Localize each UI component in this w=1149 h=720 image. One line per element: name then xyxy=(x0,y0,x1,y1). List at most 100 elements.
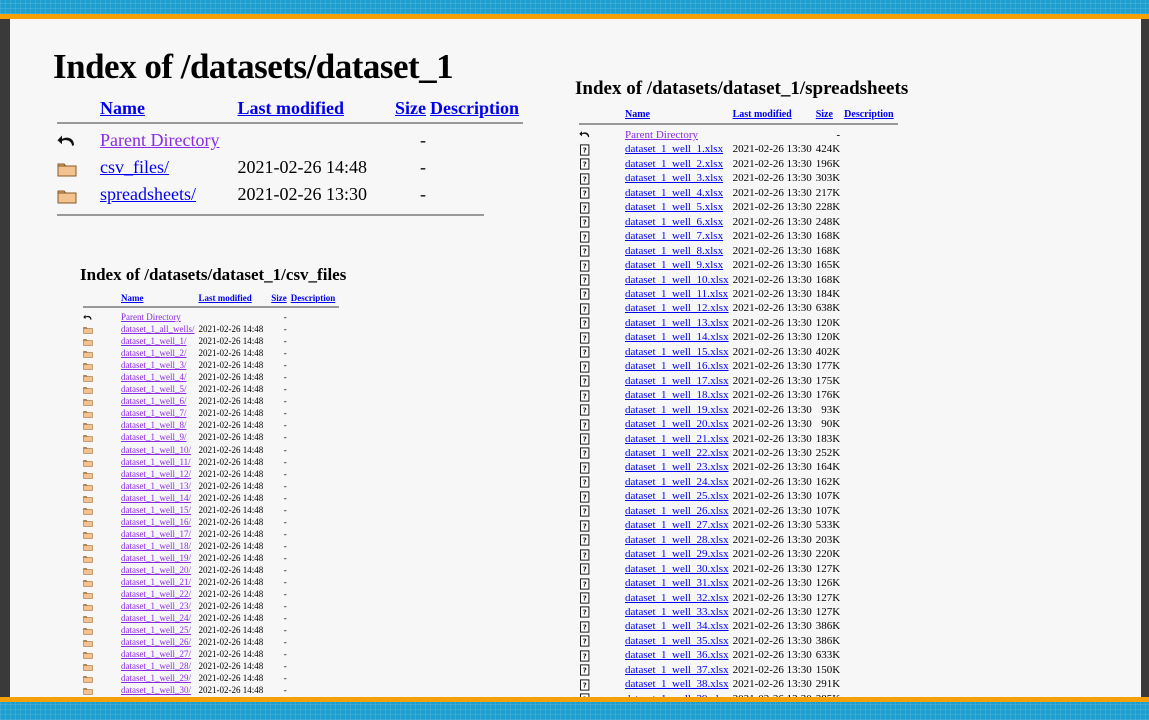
entry-link[interactable]: dataset_1_well_8.xlsx xyxy=(625,245,723,257)
entry-link[interactable]: dataset_1_well_9/ xyxy=(121,432,186,442)
entry-name-cell: dataset_1_well_14/ xyxy=(121,492,198,504)
entry-link[interactable]: dataset_1_well_7/ xyxy=(121,408,186,418)
entry-link[interactable]: dataset_1_well_8/ xyxy=(121,420,186,430)
entry-link[interactable]: dataset_1_well_14.xlsx xyxy=(625,331,729,343)
entry-link[interactable]: dataset_1_well_13/ xyxy=(121,481,191,491)
entry-link[interactable]: dataset_1_well_26.xlsx xyxy=(625,505,729,517)
entry-link[interactable]: dataset_1_well_33.xlsx xyxy=(625,606,729,618)
entry-link[interactable]: dataset_1_well_6/ xyxy=(121,396,186,406)
entry-link[interactable]: dataset_1_well_17/ xyxy=(121,529,191,539)
entry-link[interactable]: dataset_1_well_38.xlsx xyxy=(625,678,729,690)
entry-link[interactable]: dataset_1_well_3/ xyxy=(121,360,186,370)
entry-link[interactable]: dataset_1_well_30/ xyxy=(121,685,191,695)
sort-by-date-link[interactable]: Last modified xyxy=(198,293,251,303)
entry-link[interactable]: dataset_1_well_29.xlsx xyxy=(625,548,729,560)
entry-link[interactable]: dataset_1_well_19/ xyxy=(121,553,191,563)
entry-link[interactable]: dataset_1_well_30.xlsx xyxy=(625,563,729,575)
entry-link[interactable]: dataset_1_well_1.xlsx xyxy=(625,143,723,155)
sort-by-date-link[interactable]: Last modified xyxy=(238,98,345,118)
entry-link[interactable]: dataset_1_well_32.xlsx xyxy=(625,592,729,604)
entry-link[interactable]: dataset_1_well_22/ xyxy=(121,589,191,599)
entry-link[interactable]: dataset_1_well_31.xlsx xyxy=(625,577,729,589)
entry-link[interactable]: dataset_1_well_25/ xyxy=(121,625,191,635)
sort-by-name-link[interactable]: Name xyxy=(121,293,144,303)
entry-link[interactable]: dataset_1_well_3.xlsx xyxy=(625,172,723,184)
entry-link[interactable]: dataset_1_well_10.xlsx xyxy=(625,274,729,286)
entry-link[interactable]: dataset_1_well_16/ xyxy=(121,517,191,527)
entry-link[interactable]: dataset_1_well_23/ xyxy=(121,601,191,611)
entry-link[interactable]: csv_files/ xyxy=(100,157,169,177)
sort-by-date-link[interactable]: Last modified xyxy=(733,109,792,120)
entry-link[interactable]: dataset_1_all_wells/ xyxy=(121,324,194,334)
sort-by-name-link[interactable]: Name xyxy=(625,109,650,120)
entry-link[interactable]: dataset_1_well_4/ xyxy=(121,372,186,382)
entry-link[interactable]: dataset_1_well_34.xlsx xyxy=(625,620,729,632)
entry-link[interactable]: spreadsheets/ xyxy=(100,184,196,204)
entry-link[interactable]: dataset_1_well_21.xlsx xyxy=(625,433,729,445)
parent-directory-link[interactable]: Parent Directory xyxy=(121,312,181,322)
entry-link[interactable]: dataset_1_well_29/ xyxy=(121,673,191,683)
entry-link[interactable]: dataset_1_well_12.xlsx xyxy=(625,302,729,314)
sort-by-size-link[interactable]: Size xyxy=(395,98,426,118)
entry-link[interactable]: dataset_1_well_7.xlsx xyxy=(625,230,723,242)
entry-link[interactable]: dataset_1_well_36.xlsx xyxy=(625,649,729,661)
entry-link[interactable]: dataset_1_well_14/ xyxy=(121,493,191,503)
entry-name-cell: dataset_1_well_25/ xyxy=(121,624,198,636)
sort-by-description-link[interactable]: Description xyxy=(430,98,519,118)
entry-link[interactable]: dataset_1_well_19.xlsx xyxy=(625,404,729,416)
entry-link[interactable]: dataset_1_well_2/ xyxy=(121,348,186,358)
table-row: dataset_1_well_18/2021-02-26 14:48- xyxy=(83,540,339,552)
entry-link[interactable]: dataset_1_well_6.xlsx xyxy=(625,216,723,228)
entry-link[interactable]: dataset_1_well_18.xlsx xyxy=(625,389,729,401)
entry-link[interactable]: dataset_1_well_11/ xyxy=(121,457,191,467)
sort-by-description-link[interactable]: Description xyxy=(291,293,336,303)
entry-link[interactable]: dataset_1_well_26/ xyxy=(121,637,191,647)
entry-link[interactable]: dataset_1_well_28.xlsx xyxy=(625,534,729,546)
entry-link[interactable]: dataset_1_well_21/ xyxy=(121,577,191,587)
sort-by-name-link[interactable]: Name xyxy=(100,98,145,118)
entry-link[interactable]: dataset_1_well_4.xlsx xyxy=(625,187,723,199)
parent-directory-link[interactable]: Parent Directory xyxy=(625,129,698,141)
entry-link[interactable]: dataset_1_well_37.xlsx xyxy=(625,664,729,676)
entry-link[interactable]: dataset_1_well_13.xlsx xyxy=(625,317,729,329)
entry-size-cell: 127K xyxy=(816,605,844,619)
table-row: ?dataset_1_well_11.xlsx2021-02-26 13:301… xyxy=(579,287,898,301)
entry-link[interactable]: dataset_1_well_12/ xyxy=(121,469,191,479)
folder-icon xyxy=(83,578,93,588)
entry-date-cell: 2021-02-26 13:30 xyxy=(733,489,816,503)
parent-directory-link[interactable]: Parent Directory xyxy=(100,130,219,150)
entry-link[interactable]: dataset_1_well_16.xlsx xyxy=(625,360,729,372)
entry-link[interactable]: dataset_1_well_24/ xyxy=(121,613,191,623)
sort-by-description-link[interactable]: Description xyxy=(844,109,893,120)
entry-link[interactable]: dataset_1_well_5.xlsx xyxy=(625,201,723,213)
entry-link[interactable]: dataset_1_well_1/ xyxy=(121,336,186,346)
column-header-name: Name xyxy=(100,98,237,120)
entry-link[interactable]: dataset_1_well_22.xlsx xyxy=(625,447,729,459)
table-row: ?dataset_1_well_22.xlsx2021-02-26 13:302… xyxy=(579,446,898,460)
entry-link[interactable]: dataset_1_well_20/ xyxy=(121,565,191,575)
svg-text:?: ? xyxy=(583,247,587,256)
entry-link[interactable]: dataset_1_well_15.xlsx xyxy=(625,346,729,358)
entry-link[interactable]: dataset_1_well_15/ xyxy=(121,505,191,515)
entry-link[interactable]: dataset_1_well_17.xlsx xyxy=(625,375,729,387)
entry-link[interactable]: dataset_1_well_2.xlsx xyxy=(625,158,723,170)
entry-link[interactable]: dataset_1_well_25.xlsx xyxy=(625,490,729,502)
entry-link[interactable]: dataset_1_well_9.xlsx xyxy=(625,259,723,271)
entry-link[interactable]: dataset_1_well_11.xlsx xyxy=(625,288,728,300)
entry-name-cell: dataset_1_well_20.xlsx xyxy=(625,417,733,431)
unknown-file-icon: ? xyxy=(579,460,625,474)
folder-icon xyxy=(83,419,121,431)
entry-link[interactable]: dataset_1_well_20.xlsx xyxy=(625,418,729,430)
entry-link[interactable]: dataset_1_well_18/ xyxy=(121,541,191,551)
entry-link[interactable]: dataset_1_well_28/ xyxy=(121,661,191,671)
entry-link[interactable]: dataset_1_well_27.xlsx xyxy=(625,519,729,531)
sort-by-size-link[interactable]: Size xyxy=(271,293,287,303)
entry-link[interactable]: dataset_1_well_24.xlsx xyxy=(625,476,729,488)
entry-link[interactable]: dataset_1_well_27/ xyxy=(121,649,191,659)
header-rule-row xyxy=(57,120,523,127)
sort-by-size-link[interactable]: Size xyxy=(816,109,833,120)
entry-link[interactable]: dataset_1_well_23.xlsx xyxy=(625,461,729,473)
entry-link[interactable]: dataset_1_well_10/ xyxy=(121,445,191,455)
entry-link[interactable]: dataset_1_well_5/ xyxy=(121,384,186,394)
entry-link[interactable]: dataset_1_well_35.xlsx xyxy=(625,635,729,647)
